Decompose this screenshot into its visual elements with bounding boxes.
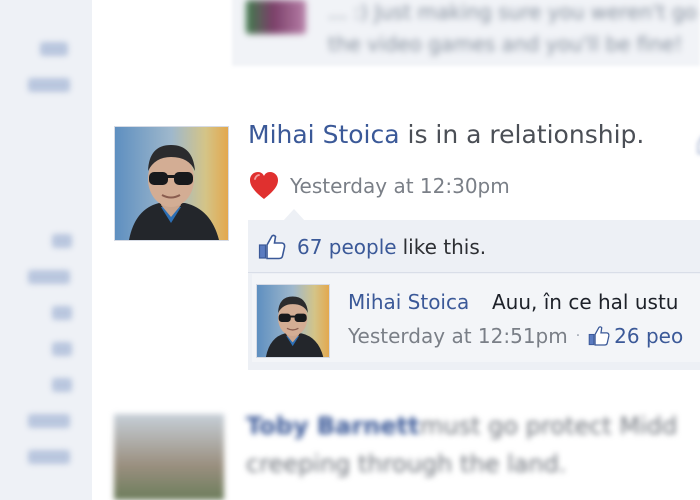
comment-text: Auu, în ce hal ustu — [492, 290, 679, 314]
comment-avatar[interactable] — [256, 284, 330, 358]
separator: · — [575, 328, 581, 344]
story-text: must go protect Midd — [420, 412, 678, 440]
thumbs-up-icon — [258, 234, 286, 260]
avatar[interactable] — [114, 126, 229, 241]
left-sidebar — [0, 0, 92, 500]
heart-icon — [248, 170, 280, 202]
sidebar-item[interactable] — [28, 78, 70, 92]
sidebar-item[interactable] — [40, 42, 68, 56]
likes-count-link[interactable]: 67 people — [297, 235, 397, 259]
story-headline: Mihai Stoica is in a relationship. — [248, 120, 644, 149]
sidebar-item[interactable] — [28, 450, 70, 464]
comment-timestamp[interactable]: Yesterday at 12:51pm — [348, 324, 568, 348]
sidebar-item[interactable] — [28, 414, 70, 428]
avatar[interactable] — [114, 414, 224, 500]
story-author-link[interactable]: Mihai Stoica — [248, 120, 400, 149]
comment-likes-link[interactable]: 26 peo — [614, 324, 683, 348]
thumbs-up-icon[interactable] — [692, 134, 700, 156]
sidebar-item[interactable] — [52, 306, 72, 320]
story-action: is in a relationship. — [399, 120, 645, 149]
likes-summary: 67 people like this. — [258, 232, 486, 262]
divider — [248, 272, 700, 273]
sidebar-item[interactable] — [52, 234, 72, 248]
sidebar-item[interactable] — [28, 270, 70, 284]
story-author-link[interactable]: Toby Barnett — [246, 412, 419, 440]
sidebar-item[interactable] — [52, 378, 72, 392]
thumbs-up-icon[interactable] — [588, 325, 610, 347]
comment-author-link[interactable]: Mihai Stoica — [348, 290, 469, 314]
story-text: creeping through the land. — [246, 450, 567, 478]
story-text: the video games and you'll be fine! — [328, 32, 683, 56]
likes-suffix: like this. — [402, 235, 487, 259]
sidebar-item[interactable] — [52, 342, 72, 356]
comment-meta: Yesterday at 12:51pm · 26 peo — [348, 324, 683, 348]
previous-story: ... :) Just making sure you weren't go t… — [232, 0, 700, 66]
story-timestamp[interactable]: Yesterday at 12:30pm — [290, 174, 510, 198]
next-story: Toby Barnett must go protect Midd creepi… — [110, 408, 700, 500]
story-text: ... :) Just making sure you weren't go — [328, 0, 697, 24]
story-thumbnail[interactable] — [246, 0, 306, 34]
